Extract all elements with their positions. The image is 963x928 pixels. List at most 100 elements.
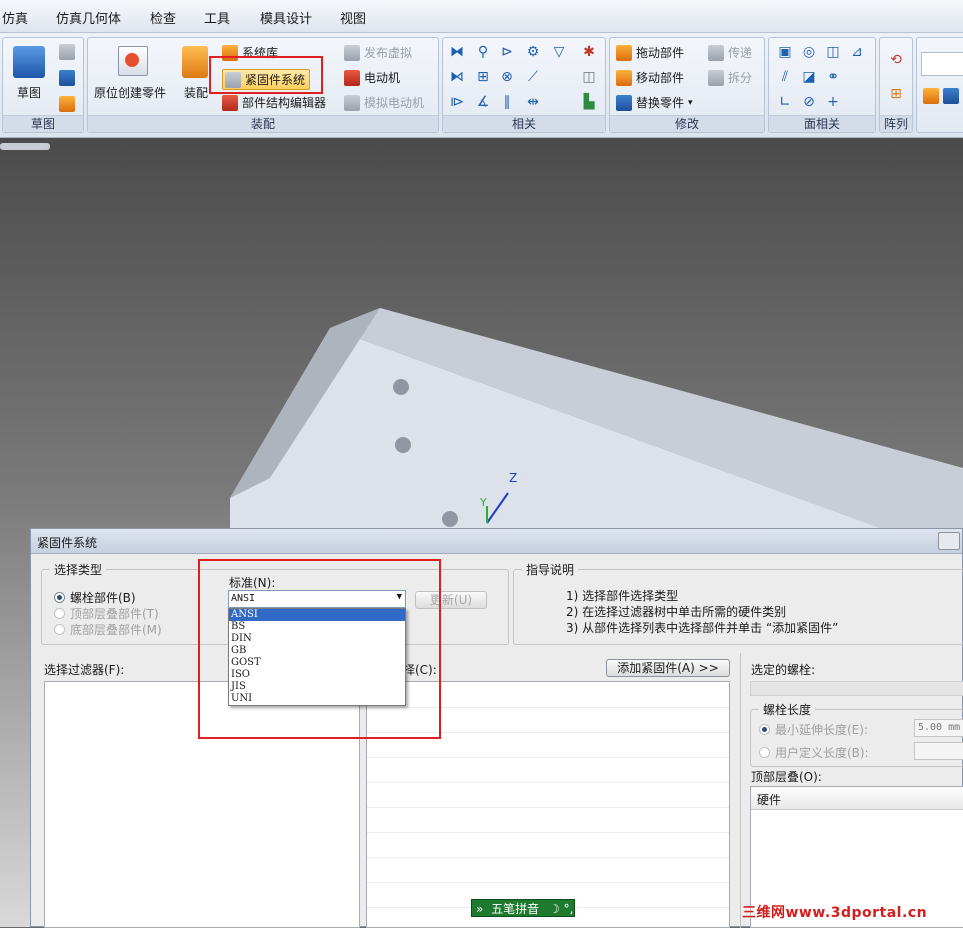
top-stack-header: 硬件 xyxy=(751,787,963,810)
select-type-legend: 选择类型 xyxy=(50,561,107,578)
simulate-motor-button[interactable]: 模拟电动机 xyxy=(344,94,424,111)
chevron-down-icon: ▾ xyxy=(688,97,693,108)
hole-1 xyxy=(393,379,409,395)
group-label-relations: 相关 xyxy=(443,115,605,132)
filter-label: 选择过滤器(F): xyxy=(44,663,125,677)
face-coplanar-icon[interactable]: ⚭ xyxy=(825,69,841,85)
viewport-scrollbar[interactable] xyxy=(0,143,50,150)
relation-assist-icon[interactable]: ◫ xyxy=(581,69,597,85)
menu-view[interactable]: 视图 xyxy=(340,8,366,27)
radio-bolt-part[interactable]: 螺栓部件(B) xyxy=(54,589,136,606)
create-inplace-button[interactable]: 原位创建零件 xyxy=(94,84,166,101)
bolt-length-legend: 螺栓长度 xyxy=(759,701,816,718)
menu-inspect[interactable]: 检查 xyxy=(150,8,176,27)
split-button[interactable]: 拆分 xyxy=(708,69,752,86)
copy-icon[interactable] xyxy=(59,44,75,60)
radio-top-stack[interactable]: 顶部层叠部件(T) xyxy=(54,605,159,622)
insert-icon[interactable]: ⧑ xyxy=(449,69,465,85)
transfer-button[interactable]: 传递 xyxy=(708,44,752,61)
gear-icon[interactable]: ⚙ xyxy=(525,44,541,60)
overflow-field[interactable] xyxy=(921,52,963,76)
sketch-icon[interactable] xyxy=(13,46,45,78)
angle-icon[interactable]: ▽ xyxy=(551,44,567,60)
pattern-icon[interactable]: ⟲ xyxy=(888,52,904,68)
connect-icon[interactable]: ⊞ xyxy=(475,69,491,85)
radio-circle xyxy=(54,624,65,635)
add-fastener-button[interactable]: 添加紧固件(A) >> xyxy=(606,659,730,677)
frame-icon[interactable] xyxy=(943,88,959,104)
mate-icon[interactable]: ⧓ xyxy=(449,44,465,60)
mirror-icon[interactable]: ⊞ xyxy=(888,86,904,102)
radio-user-length[interactable]: 用户定义长度(B): xyxy=(759,744,869,761)
sketch-button-label[interactable]: 草图 xyxy=(17,84,41,101)
face-parallel-icon[interactable]: ⫽ xyxy=(777,69,793,85)
hole-2 xyxy=(395,437,411,453)
guide-line-3: 3) 从部件选择列表中选择部件并单击 “添加紧固件” xyxy=(566,621,839,635)
menu-simulation-geometry[interactable]: 仿真几何体 xyxy=(56,8,121,27)
column-hardware[interactable]: 硬件 xyxy=(757,791,781,808)
structure-editor-button[interactable]: 部件结构编辑器 xyxy=(222,94,326,111)
concentric-icon[interactable]: ◎ xyxy=(801,44,817,60)
ime-moon-icon: ☽ °, xyxy=(549,902,574,916)
parallel-icon[interactable]: ∥ xyxy=(499,94,515,110)
capture-fit-icon[interactable]: ✱ xyxy=(581,44,597,60)
radio-circle xyxy=(54,608,65,619)
pencil-icon[interactable] xyxy=(59,96,75,112)
face-align-icon[interactable]: ⊿ xyxy=(849,44,865,60)
move-icon xyxy=(616,69,632,86)
ime-status-bar[interactable]: » 五笔拼音 ☽ °, xyxy=(471,899,575,917)
face-add-icon[interactable]: + xyxy=(825,94,841,110)
motor-button[interactable]: 电动机 xyxy=(344,69,400,86)
move-part-button[interactable]: 移动部件 xyxy=(616,69,684,86)
create-inplace-icon[interactable] xyxy=(118,46,148,76)
tangent-icon[interactable]: ⟋ xyxy=(525,69,541,85)
menu-mold-design[interactable]: 模具设计 xyxy=(260,8,312,27)
radio-circle xyxy=(54,592,65,603)
center-plane-icon[interactable]: ⧐ xyxy=(449,94,465,110)
z-axis-label: Z xyxy=(509,471,518,485)
hole-3 xyxy=(442,511,458,527)
publish-virtual-button[interactable]: 发布虚拟 xyxy=(344,44,412,61)
rigid-icon[interactable]: ∡ xyxy=(475,94,491,110)
group-label-sketch: 草图 xyxy=(3,115,83,132)
planar-align-icon[interactable]: ⚲ xyxy=(475,44,491,60)
relation-manager-icon[interactable]: ▙ xyxy=(581,94,597,110)
menu-tools[interactable]: 工具 xyxy=(204,8,230,27)
axial-align-icon[interactable]: ⊳ xyxy=(499,44,515,60)
group-pattern: ⟲ ⊞ 阵列 xyxy=(879,37,913,133)
face-offset-icon[interactable]: ◪ xyxy=(801,69,817,85)
assemble-button[interactable]: 装配 xyxy=(184,84,208,101)
face-tangent-icon[interactable]: ⊘ xyxy=(801,94,817,110)
radio-bottom-stack[interactable]: 底部层叠部件(M) xyxy=(54,621,162,638)
ime-toggle-icon: » xyxy=(476,902,484,916)
dialog-close-button[interactable] xyxy=(938,532,960,550)
assemble-icon[interactable] xyxy=(182,46,208,78)
simulate-motor-icon xyxy=(344,94,360,111)
group-face-relations: ▣ ◎ ◫ ⊿ ⫽ ◪ ⚭ ∟ ⊘ + 面相关 xyxy=(768,37,876,133)
splitter[interactable] xyxy=(740,653,741,928)
drag-part-button[interactable]: 拖动部件 xyxy=(616,44,684,61)
menu-simulation[interactable]: 仿真 xyxy=(2,8,28,27)
fastener-highlight-box xyxy=(209,56,323,94)
replace-part-button[interactable]: 替换零件 ▾ xyxy=(616,94,693,111)
guide-line-1: 1) 选择部件选择类型 xyxy=(566,589,679,603)
watermark: 三维网www.3dportal.cn xyxy=(742,905,928,921)
cam-icon[interactable]: ⊗ xyxy=(499,69,515,85)
parts-icon[interactable] xyxy=(923,88,939,104)
ime-label: 五笔拼音 xyxy=(491,902,540,916)
group-sketch: 草图 草图 xyxy=(2,37,84,133)
user-length-input[interactable] xyxy=(914,742,963,760)
face-relate-icon[interactable]: ▣ xyxy=(777,44,793,60)
min-extend-input[interactable]: 5.00 mm xyxy=(914,719,963,737)
bolt-length-group: 螺栓长度 最小延伸长度(E): 5.00 mm 用户定义长度(B): xyxy=(750,701,963,767)
fastener-system-dialog: 紧固件系统 选择类型 螺栓部件(B) 顶部层叠部件(T) 底部层叠部件(M) 标… xyxy=(30,528,963,928)
menu-bar: 仿真 仿真几何体 检查 工具 模具设计 视图 xyxy=(0,0,963,33)
symmetric-icon[interactable]: ◫ xyxy=(825,44,841,60)
dialog-title: 紧固件系统 xyxy=(37,536,98,550)
face-perpendicular-icon[interactable]: ∟ xyxy=(777,94,793,110)
radio-circle xyxy=(759,724,770,735)
radio-min-extend[interactable]: 最小延伸长度(E): xyxy=(759,721,868,738)
group-label-pattern: 阵列 xyxy=(880,115,912,132)
path-icon[interactable]: ⇹ xyxy=(525,94,541,110)
transform-icon[interactable] xyxy=(59,70,75,86)
